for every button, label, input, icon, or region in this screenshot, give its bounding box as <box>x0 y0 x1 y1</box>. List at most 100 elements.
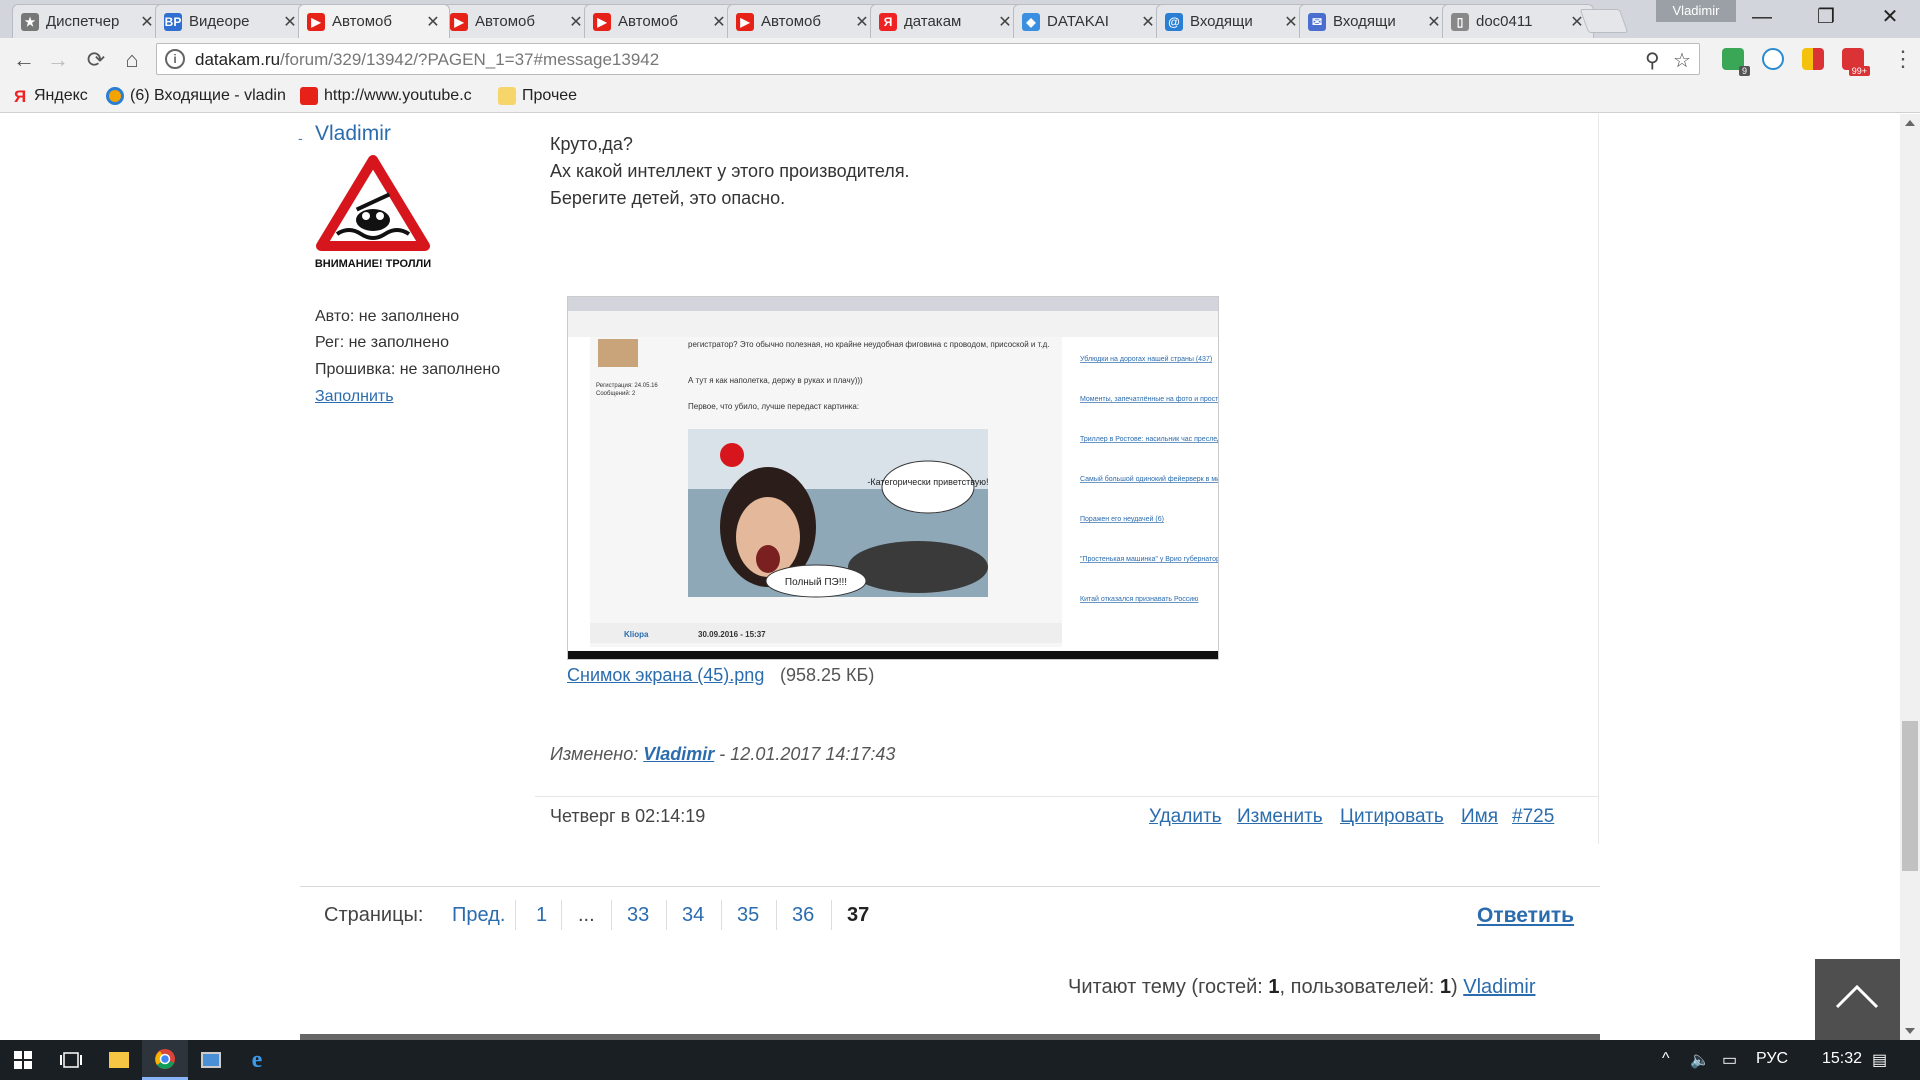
close-tab-icon[interactable]: ✕ <box>1283 12 1299 32</box>
post-number-link[interactable]: #725 <box>1512 806 1554 828</box>
notification-extension-icon[interactable]: 99+ <box>1842 48 1870 76</box>
tab-title: Входящи <box>1190 13 1253 30</box>
youtube-icon: ▶ <box>307 12 325 31</box>
profile-button[interactable]: Vladimir <box>1656 0 1736 22</box>
bookmark-other[interactable]: Прочее <box>498 87 577 105</box>
pager-prev[interactable]: Пред. <box>452 904 505 927</box>
pager-page[interactable]: 1 <box>536 904 547 927</box>
back-button[interactable]: ← <box>10 46 38 74</box>
close-tab-icon[interactable]: ✕ <box>997 12 1013 32</box>
browser-tab[interactable]: @ Входящи ✕ <box>1156 4 1308 38</box>
pager-ellipsis: ... <box>578 904 595 926</box>
browser-tab[interactable]: BP Видеоре ✕ <box>155 4 307 38</box>
taskbar-explorer[interactable] <box>96 1040 142 1080</box>
notifications-icon[interactable]: ▤ <box>1872 1050 1887 1070</box>
bookmark-yandex[interactable]: Я Яндекс <box>14 87 88 106</box>
bookmark-inbox[interactable]: (6) Входящие - vladin <box>106 87 286 105</box>
scroll-to-top-button[interactable] <box>1815 959 1900 1040</box>
yandex-icon: Я <box>14 87 27 106</box>
browser-toolbar: ← → ⟳ ⌂ i datakam.ru/forum/329/13942/?PA… <box>0 38 1920 80</box>
inner-sidebar-link: Самый большой одинокий фейерверк в мире … <box>1080 475 1219 483</box>
browser-tab[interactable]: ▶ Автомоб ✕ <box>584 4 736 38</box>
close-tab-icon[interactable]: ✕ <box>1140 12 1156 32</box>
user-firmware: Прошивка: не заполнено <box>315 361 501 378</box>
close-tab-icon[interactable]: ✕ <box>282 12 298 32</box>
close-tab-icon[interactable]: ✕ <box>568 12 584 32</box>
close-tab-icon[interactable]: ✕ <box>711 12 727 32</box>
page-content: - Vladimir ВНИМАНИЕ! ТРОЛЛИ Авто: не зап… <box>0 114 1900 1040</box>
user-auto: Авто: не заполнено <box>315 308 460 325</box>
delete-link[interactable]: Удалить <box>1149 806 1222 828</box>
close-window-button[interactable]: ✕ <box>1860 0 1920 34</box>
inner-sidebar-link: "Простенькая машинка" у Врио губернатора… <box>1080 555 1219 563</box>
language-indicator[interactable]: РУС <box>1756 1050 1788 1068</box>
site-info-icon[interactable]: i <box>165 49 185 69</box>
name-link[interactable]: Имя <box>1461 806 1498 828</box>
pager-page[interactable]: 33 <box>627 904 649 927</box>
bookmark-star-icon[interactable]: ☆ <box>1673 48 1691 73</box>
edit-link[interactable]: Изменить <box>1237 806 1323 828</box>
tray-chevron-icon[interactable]: ^ <box>1662 1050 1670 1068</box>
attached-screenshot-image[interactable]: Регистрация: 24.05.16 Сообщений: 2 регис… <box>567 296 1219 660</box>
zoom-icon[interactable]: ⚲ <box>1645 48 1660 73</box>
edited-by-link[interactable]: Vladimir <box>643 744 714 764</box>
minimize-button[interactable]: — <box>1732 0 1792 34</box>
mail-at-icon: @ <box>1165 12 1183 31</box>
new-tab-button[interactable] <box>1579 9 1629 33</box>
clock[interactable]: 15:32 <box>1822 1050 1862 1068</box>
pager-page[interactable]: 36 <box>792 904 814 927</box>
tab-title: Автомоб <box>475 13 535 30</box>
reader-link[interactable]: Vladimir <box>1463 976 1535 998</box>
pager-page[interactable]: 34 <box>682 904 704 927</box>
attachment-size: (958.25 КБ) <box>780 665 875 685</box>
restore-button[interactable]: ❐ <box>1796 0 1856 34</box>
volume-icon[interactable]: 🔈 <box>1690 1050 1710 1070</box>
browser-tab[interactable]: ▯ doc0411 ✕ <box>1442 4 1594 38</box>
close-tab-icon[interactable]: ✕ <box>854 12 870 32</box>
browser-menu-icon[interactable]: ⋮ <box>1892 48 1914 70</box>
post-text-line: Круто,да? <box>550 134 633 154</box>
reply-link[interactable]: Ответить <box>1477 904 1574 928</box>
browser-tab[interactable]: ★ Диспетчер ✕ <box>12 4 164 38</box>
forward-button[interactable]: → <box>44 46 72 74</box>
close-tab-icon[interactable]: ✕ <box>425 12 441 32</box>
pager-label: Страницы: <box>324 904 424 926</box>
post-author[interactable]: Vladimir <box>315 122 391 146</box>
quote-link[interactable]: Цитировать <box>1340 806 1444 828</box>
scrollbar-thumb[interactable] <box>1902 721 1918 871</box>
taskbar-edge[interactable]: e <box>234 1040 280 1080</box>
close-tab-icon[interactable]: ✕ <box>1426 12 1442 32</box>
youtube-icon: ▶ <box>450 12 468 31</box>
bookmark-youtube[interactable]: http://www.youtube.c <box>300 87 472 105</box>
attachment-link[interactable]: Снимок экрана (45).png <box>567 665 764 686</box>
address-bar[interactable]: i datakam.ru/forum/329/13942/?PAGEN_1=37… <box>156 43 1700 75</box>
post-text-line: Берегите детей, это опасно. <box>550 188 786 208</box>
taskbar-photos[interactable] <box>188 1040 234 1080</box>
shield-extension-icon[interactable]: 9 <box>1722 48 1750 76</box>
browser-tab[interactable]: ▶ Автомоб ✕ <box>298 4 450 38</box>
fill-profile-link[interactable]: Заполнить <box>315 388 394 406</box>
browser-tab[interactable]: ▶ Автомоб ✕ <box>441 4 593 38</box>
pager-page[interactable]: 35 <box>737 904 759 927</box>
network-icon[interactable]: ▭ <box>1722 1050 1737 1070</box>
start-button[interactable] <box>0 1040 46 1080</box>
browser-tab[interactable]: ◆ DATAKAI ✕ <box>1013 4 1165 38</box>
task-view-button[interactable] <box>48 1040 94 1080</box>
page-scrollbar[interactable] <box>1900 114 1920 1040</box>
reload-button[interactable]: ⟳ <box>82 46 110 74</box>
taskbar-chrome[interactable] <box>142 1040 188 1080</box>
browser-tab[interactable]: ▶ Автомоб ✕ <box>727 4 879 38</box>
bookmark-extension-icon[interactable] <box>1802 48 1824 70</box>
vpn-extension-icon[interactable] <box>1762 48 1784 70</box>
browser-tab[interactable]: Ядатакам ✕ <box>870 4 1022 38</box>
edited-note: Изменено: Vladimir - 12.01.2017 14:17:43 <box>550 744 896 764</box>
home-button[interactable]: ⌂ <box>118 46 146 74</box>
inner-text: регистратор? Это обычно полезная, но кра… <box>688 340 1050 349</box>
tab-strip: ★ Диспетчер ✕ BP Видеоре ✕ ▶ Автомоб ✕ ▶ Автомоб ✕ ▶… <box>0 0 1920 38</box>
inner-sidebar-link: Моменты, запечатлённые на фото и просто … <box>1080 396 1219 403</box>
close-tab-icon[interactable]: ✕ <box>139 12 155 32</box>
edge-icon: e <box>251 1046 263 1073</box>
tab-title: Автомоб <box>332 13 392 30</box>
author-bullet: - <box>298 130 303 146</box>
browser-tab[interactable]: ✉ Входящи ✕ <box>1299 4 1451 38</box>
